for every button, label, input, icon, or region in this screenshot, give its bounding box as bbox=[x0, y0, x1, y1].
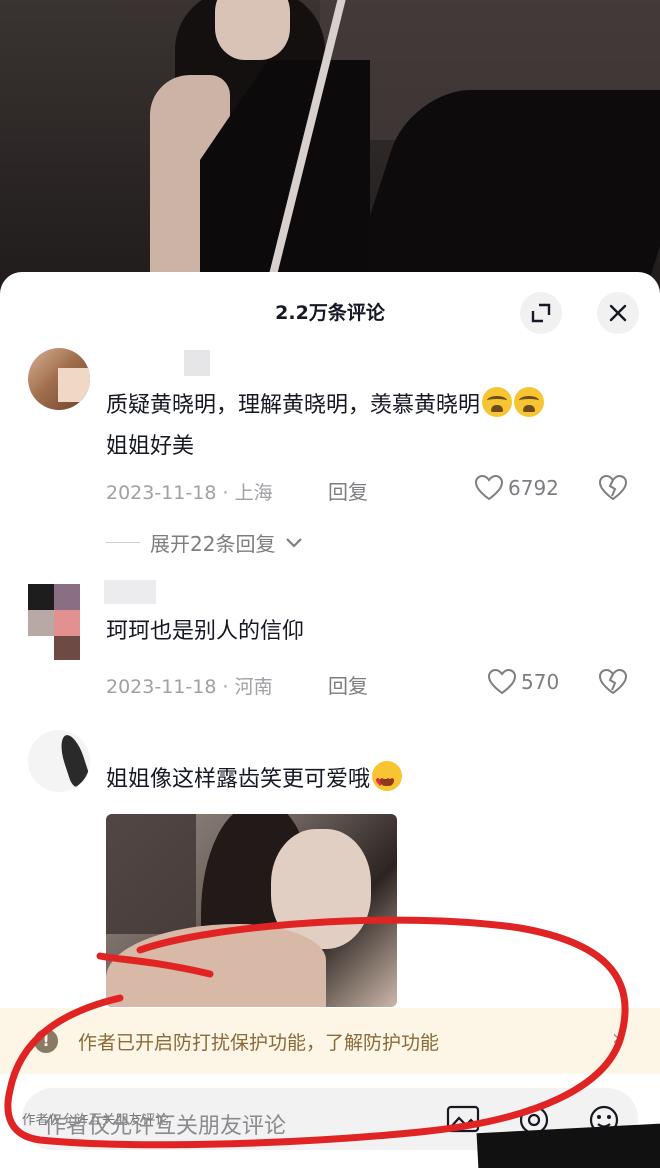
expand-icon bbox=[531, 303, 551, 323]
comment-input-placeholder: 作者仅允许互关朋友评论 bbox=[44, 1114, 287, 1139]
close-button[interactable] bbox=[597, 292, 639, 334]
like-count: 6792 bbox=[508, 476, 559, 500]
divider-line bbox=[106, 542, 140, 543]
image-button[interactable] bbox=[446, 1104, 480, 1138]
sheet-header: 2.2万条评论 bbox=[0, 272, 660, 352]
comment-text-line2: 姐姐好美 bbox=[106, 434, 195, 459]
avatar[interactable] bbox=[28, 348, 90, 410]
crying-emoji-icon bbox=[482, 387, 513, 417]
comment-text: 姐姐像这样露齿笑更可爱哦 bbox=[106, 760, 403, 803]
comment-date: 2023-11-18 bbox=[106, 482, 217, 504]
like-button[interactable]: 6792 bbox=[474, 474, 559, 502]
comment-location: 上海 bbox=[234, 482, 273, 504]
avatar[interactable] bbox=[28, 730, 90, 792]
warning-icon: ! bbox=[34, 1029, 58, 1053]
broken-heart-icon bbox=[598, 474, 628, 501]
broken-heart-icon bbox=[598, 668, 628, 695]
chevron-right-icon: › bbox=[612, 1026, 621, 1051]
image-icon bbox=[446, 1105, 480, 1133]
comment-meta: 2023-11-18 · 上海 bbox=[106, 478, 273, 505]
meta-separator: · bbox=[222, 482, 235, 504]
comment-item: 姐姐像这样露齿笑更可爱哦 bbox=[0, 730, 660, 1030]
dislike-button[interactable] bbox=[598, 474, 628, 506]
username-redacted[interactable] bbox=[184, 350, 210, 376]
reply-button[interactable]: 回复 bbox=[328, 476, 368, 505]
chevron-down-icon bbox=[286, 537, 303, 548]
comment-item: 珂珂也是别人的信仰 2023-11-18 · 河南 回复 570 bbox=[0, 578, 660, 718]
comment-meta: 2023-11-18 · 河南 bbox=[106, 672, 273, 699]
meta-separator: · bbox=[222, 676, 235, 698]
avatar-pixel bbox=[58, 368, 90, 402]
heart-icon bbox=[487, 668, 517, 695]
comment-text-line1: 姐姐像这样露齿笑更可爱哦 bbox=[106, 767, 371, 792]
heart-icon bbox=[474, 474, 504, 501]
star-struck-emoji-icon bbox=[372, 761, 403, 803]
comment-text: 质疑黄晓明，理解黄晓明，羡慕黄晓明 bbox=[106, 386, 545, 426]
close-icon bbox=[609, 304, 627, 322]
like-button[interactable]: 570 bbox=[487, 668, 559, 696]
comment-text-line1: 质疑黄晓明，理解黄晓明，羡慕黄晓明 bbox=[106, 393, 481, 418]
dislike-button[interactable] bbox=[598, 668, 628, 700]
comment-image[interactable] bbox=[106, 814, 397, 1007]
comment-date: 2023-11-18 bbox=[106, 676, 217, 698]
avatar[interactable] bbox=[28, 584, 80, 660]
expand-replies-button[interactable]: 展开22条回复 bbox=[106, 528, 303, 557]
crying-emoji-icon bbox=[514, 387, 545, 417]
comment-item: 质疑黄晓明，理解黄晓明，羡慕黄晓明 姐姐好美 2023-11-18 · 上海 回… bbox=[0, 348, 660, 568]
expand-button[interactable] bbox=[520, 292, 562, 334]
comment-location: 河南 bbox=[234, 676, 273, 698]
figure-face bbox=[215, 0, 290, 60]
reply-button[interactable]: 回复 bbox=[328, 670, 368, 699]
expand-replies-label: 展开22条回复 bbox=[150, 532, 276, 556]
comment-text: 珂珂也是别人的信仰 bbox=[106, 619, 305, 644]
username-redacted[interactable] bbox=[104, 580, 156, 604]
notice-text: 作者已开启防打扰保护功能，了解防护功能 bbox=[78, 1032, 440, 1054]
like-count: 570 bbox=[521, 670, 560, 694]
video-background[interactable] bbox=[0, 0, 660, 300]
protection-notice[interactable]: ! 作者已开启防打扰保护功能，了解防护功能 › bbox=[0, 1008, 660, 1074]
